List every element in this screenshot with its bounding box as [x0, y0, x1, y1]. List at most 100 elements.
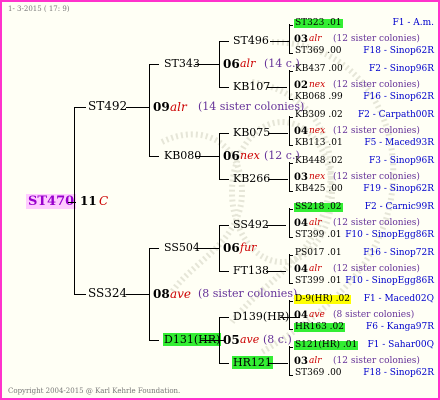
print-date: 1- 3-2015 ( 17: 9): [8, 5, 70, 13]
gen3-note[interactable]: (12 sister colonies): [333, 173, 420, 182]
gen4-id[interactable]: S121(HR) .01: [294, 341, 359, 350]
gen3-note[interactable]: (12 sister colonies): [333, 127, 420, 136]
gen4-source[interactable]: F2 - Sinop96R: [369, 65, 434, 74]
gen3-id[interactable]: HR121: [232, 356, 273, 369]
gen1-num[interactable]: 08: [153, 288, 170, 300]
gen4-id[interactable]: ST369 .00: [294, 47, 343, 56]
gen4-source[interactable]: F10 - SinopEgg86R: [345, 231, 434, 240]
gen3-num[interactable]: 03: [294, 357, 308, 367]
gen4-source[interactable]: F19 - Sinop62R: [363, 185, 434, 194]
gen4-id[interactable]: ST399 .01: [294, 231, 343, 240]
gen4-source[interactable]: F1 - A.m.: [393, 19, 435, 28]
gen3-id[interactable]: KB107: [232, 80, 271, 93]
gen3-note[interactable]: (8 sister colonies): [333, 311, 414, 320]
gen4-id[interactable]: KB448 .02: [294, 157, 344, 166]
gen3-note[interactable]: (12 sister colonies): [333, 265, 420, 274]
tree-connector: [219, 133, 229, 134]
root-mark[interactable]: C: [99, 195, 108, 207]
gen3-id[interactable]: ST496: [232, 34, 270, 47]
gen2-mark[interactable]: fur: [240, 242, 256, 253]
gen2-num[interactable]: 06: [223, 58, 240, 70]
gen4-source[interactable]: F6 - Kanga97R: [366, 323, 434, 332]
root-year-num[interactable]: 11: [80, 195, 97, 207]
gen4-id[interactable]: KB309 .02: [294, 111, 344, 120]
tree-connector: [289, 24, 290, 54]
tree-connector: [266, 271, 286, 272]
gen3-note[interactable]: (12 sister colonies): [333, 81, 420, 90]
gen1-id[interactable]: ST492: [88, 100, 127, 112]
tree-connector: [74, 294, 86, 295]
gen3-mark[interactable]: nex: [309, 127, 325, 136]
gen4-source[interactable]: F2 - Carpath00R: [358, 111, 434, 120]
gen2-num[interactable]: 06: [223, 242, 240, 254]
gen4-id[interactable]: D-9(HR) .02: [294, 295, 351, 304]
gen3-num[interactable]: 03: [294, 173, 308, 183]
gen1-note[interactable]: (14 sister colonies): [198, 101, 304, 112]
gen2-num[interactable]: 06: [223, 150, 240, 162]
gen4-source[interactable]: F16 - Sinop72R: [363, 249, 434, 258]
gen3-mark[interactable]: nex: [309, 173, 325, 182]
tree-connector: [74, 107, 86, 108]
gen4-id[interactable]: KB068 .99: [294, 93, 344, 102]
gen1-mark[interactable]: ave: [170, 288, 191, 300]
gen4-id[interactable]: ST323 .01: [294, 19, 343, 28]
tree-connector: [126, 294, 150, 295]
gen3-mark[interactable]: alr: [309, 265, 322, 274]
gen1-num[interactable]: 09: [153, 101, 170, 113]
gen1-note[interactable]: (8 sister colonies): [198, 288, 297, 299]
gen3-mark[interactable]: nex: [309, 81, 325, 90]
tree-connector: [149, 340, 159, 341]
gen4-source[interactable]: F18 - Sinop62R: [363, 369, 434, 378]
gen3-mark[interactable]: alr: [309, 357, 322, 366]
gen2-num[interactable]: 05: [223, 334, 240, 346]
gen3-num[interactable]: 02: [294, 81, 308, 91]
tree-connector: [195, 156, 220, 157]
gen3-id[interactable]: FT138: [232, 264, 270, 277]
gen4-id[interactable]: ST369 .00: [294, 369, 343, 378]
gen4-source[interactable]: F1 - Maced02Q: [364, 295, 434, 304]
tree-connector: [289, 329, 293, 330]
gen4-id[interactable]: KB425 .00: [294, 185, 344, 194]
tree-connector: [289, 117, 293, 118]
gen3-note[interactable]: (12 sister colonies): [333, 357, 420, 366]
gen4-source[interactable]: F10 - SinopEgg86R: [345, 277, 434, 286]
tree-connector: [268, 363, 288, 364]
gen2-mark[interactable]: alr: [240, 58, 255, 69]
gen3-num[interactable]: 03: [294, 35, 308, 45]
gen3-id[interactable]: KB075: [232, 126, 271, 139]
gen2-note[interactable]: (8 c.): [263, 334, 292, 345]
gen4-source[interactable]: F1 - Sahar00Q: [367, 341, 434, 350]
gen4-id[interactable]: KB113 .01: [294, 139, 344, 148]
tree-connector: [149, 156, 159, 157]
gen4-id[interactable]: ST399 .01: [294, 277, 343, 286]
tree-connector: [289, 163, 293, 164]
tree-connector: [289, 283, 293, 284]
gen3-num[interactable]: 04: [294, 127, 308, 137]
gen1-mark[interactable]: alr: [170, 101, 187, 113]
gen3-id[interactable]: KB266: [232, 172, 271, 185]
gen1-id[interactable]: SS324: [88, 287, 127, 299]
gen3-note[interactable]: (12 sister colonies): [333, 35, 420, 44]
gen4-id[interactable]: PS017 .01: [294, 249, 343, 258]
gen3-num[interactable]: 04: [294, 219, 308, 229]
gen3-mark[interactable]: alr: [309, 35, 322, 44]
gen4-source[interactable]: F18 - Sinop62R: [363, 47, 434, 56]
gen3-mark[interactable]: alr: [309, 219, 322, 228]
gen3-mark[interactable]: ave: [309, 311, 325, 320]
gen2-mark[interactable]: ave: [240, 334, 259, 345]
gen4-id[interactable]: HR163 .02: [294, 323, 345, 332]
gen3-note[interactable]: (12 sister colonies): [333, 219, 420, 228]
gen4-id[interactable]: SS218 .02: [294, 203, 343, 212]
tree-connector: [289, 237, 293, 238]
gen4-source[interactable]: F3 - Sinop96R: [369, 157, 434, 166]
tree-connector: [219, 271, 229, 272]
gen4-source[interactable]: F16 - Sinop62R: [363, 93, 434, 102]
gen3-num[interactable]: 04: [294, 311, 308, 321]
gen3-num[interactable]: 04: [294, 265, 308, 275]
gen4-id[interactable]: KB437 .00: [294, 65, 344, 74]
tree-connector: [289, 116, 290, 146]
gen3-id[interactable]: SS492: [232, 218, 270, 231]
gen4-source[interactable]: F2 - Carnic99R: [365, 203, 434, 212]
gen4-source[interactable]: F5 - Maced93R: [364, 139, 434, 148]
gen2-mark[interactable]: nex: [240, 150, 260, 161]
